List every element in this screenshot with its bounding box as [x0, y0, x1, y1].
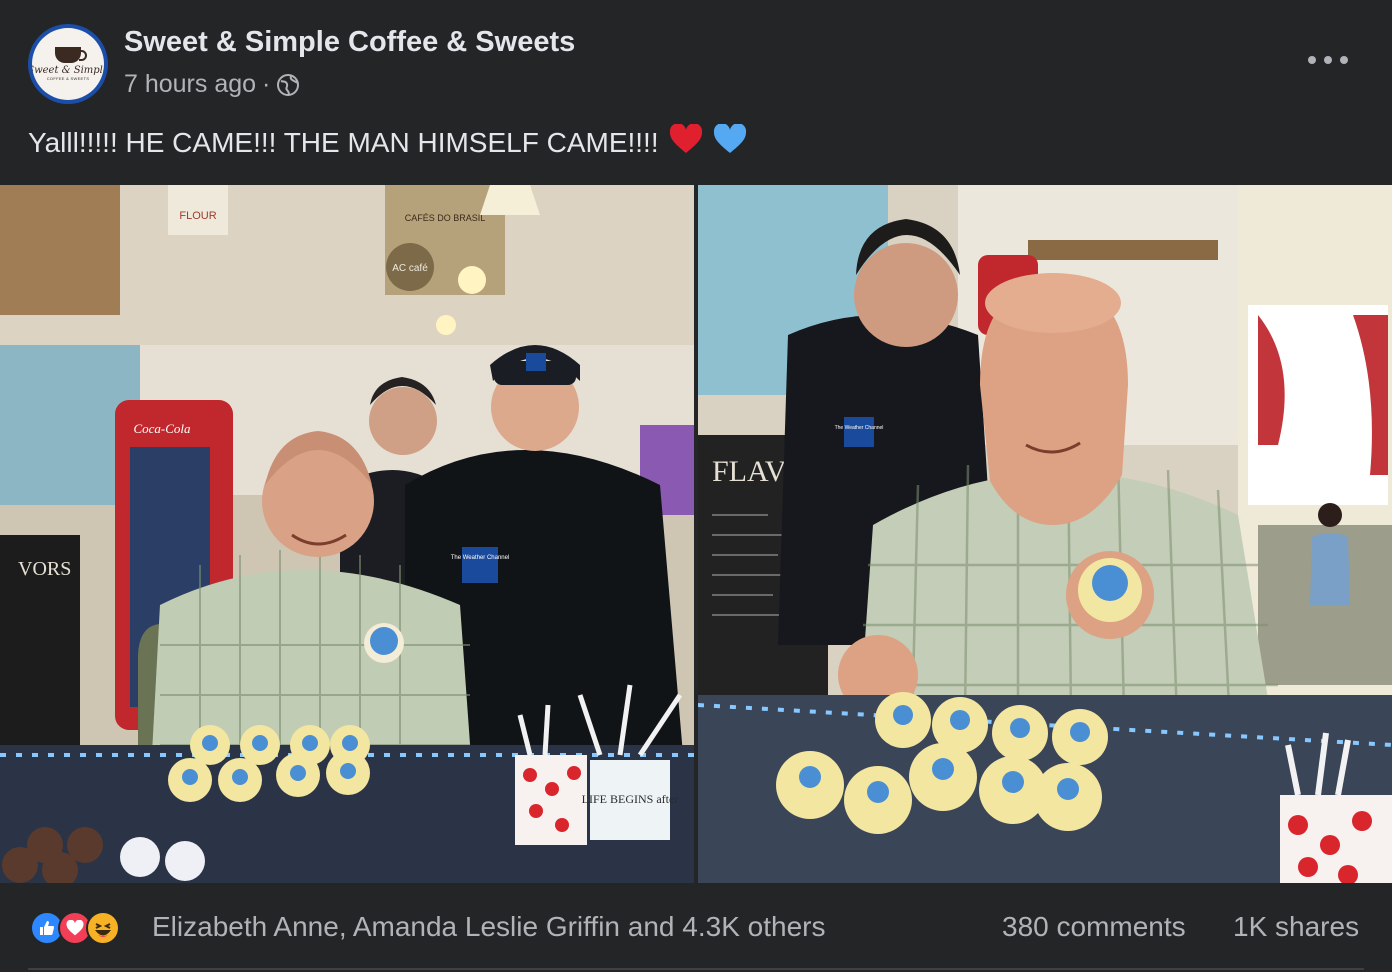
coca-cola-label: Coca-Cola [133, 421, 191, 436]
post-meta: 7 hours ago · [124, 70, 300, 99]
photo-left[interactable]: FLOUR CAFÉS DO BRASIL AC café Coca-Cola … [0, 185, 694, 883]
haha-icon [86, 911, 120, 945]
jacket-logo-right: The Weather Channel [835, 425, 884, 431]
ac-cafe-sign: AC café [392, 263, 428, 274]
reaction-icons[interactable] [30, 911, 120, 945]
comments-count[interactable]: 380 comments [1002, 911, 1186, 943]
chalkboard-left: VORS [18, 558, 71, 580]
logo-script: Sweet & Simple [32, 64, 104, 76]
photo-right[interactable]: FLAVOR The Weather Channel [698, 185, 1392, 883]
jacket-logo-left: The Weather Channel [451, 555, 510, 561]
globe-icon[interactable] [276, 73, 300, 97]
more-options-icon[interactable] [1308, 48, 1348, 72]
post-message: Yalll!!!!! HE CAME!!! THE MAN HIMSELF CA… [28, 126, 659, 158]
mug-label: LIFE BEGINS after [582, 792, 679, 806]
post-timestamp[interactable]: 7 hours ago [124, 70, 256, 99]
meta-separator: · [262, 70, 271, 98]
post-footer: Elizabeth Anne, Amanda Leslie Griffin an… [0, 883, 1392, 972]
page-name-link[interactable]: Sweet & Simple Coffee & Sweets [124, 26, 575, 59]
flour-bag-label: FLOUR [179, 210, 216, 222]
coffee-sack-label: CAFÉS DO BRASIL [405, 213, 486, 223]
blue-heart-icon [713, 123, 747, 161]
red-heart-icon [669, 123, 703, 161]
footer-divider [28, 968, 1364, 970]
page-avatar[interactable]: Sweet & Simple COFFEE & SWEETS [28, 24, 108, 104]
page-logo: Sweet & Simple COFFEE & SWEETS [32, 28, 104, 100]
post-header: Sweet & Simple COFFEE & SWEETS Sweet & S… [0, 0, 1392, 120]
photo-grid: FLOUR CAFÉS DO BRASIL AC café Coca-Cola … [0, 185, 1392, 883]
coffee-cup-icon [55, 46, 87, 63]
reaction-names[interactable]: Elizabeth Anne, Amanda Leslie Griffin an… [152, 911, 825, 943]
shares-count[interactable]: 1K shares [1233, 911, 1359, 943]
logo-subtitle: COFFEE & SWEETS [46, 75, 90, 81]
post-text: Yalll!!!!! HE CAME!!! THE MAN HIMSELF CA… [28, 123, 747, 161]
